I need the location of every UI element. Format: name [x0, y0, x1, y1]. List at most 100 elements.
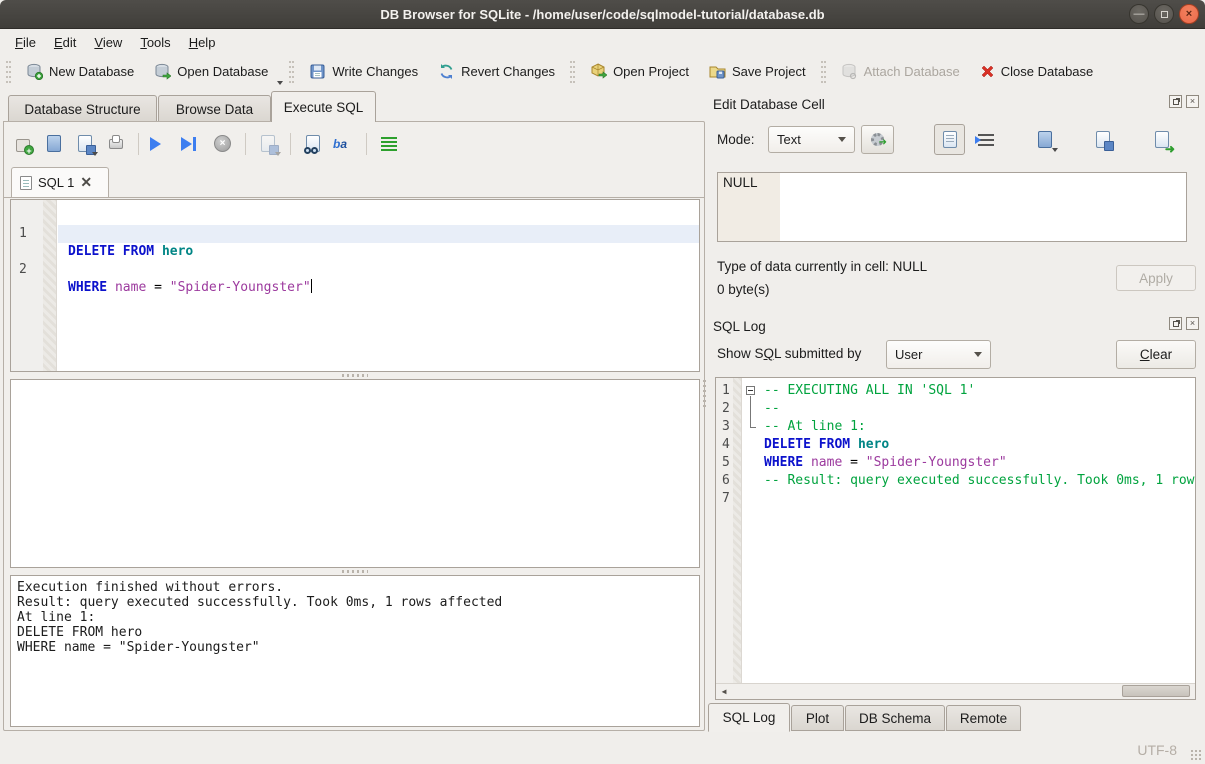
cell-value-editor[interactable]: NULL: [717, 172, 1187, 242]
attach-database-label: Attach Database: [864, 64, 960, 79]
log-line: 3-- At line 1:: [716, 418, 1195, 436]
new-database-icon: [26, 63, 43, 80]
toolbar-handle[interactable]: [6, 61, 11, 83]
log-line: 1-- EXECUTING ALL IN 'SQL 1': [716, 382, 1195, 400]
find-replace-icon[interactable]: [302, 133, 324, 155]
vertical-splitter-handle[interactable]: [703, 380, 706, 410]
mode-select[interactable]: Text: [768, 126, 855, 153]
mode-label: Mode:: [717, 132, 755, 147]
close-icon[interactable]: ✕: [80, 174, 92, 191]
code-text: WHERE name = "Spider-Youngster": [68, 279, 699, 297]
scrollbar-thumb[interactable]: [1122, 685, 1190, 697]
mode-value: Text: [777, 132, 801, 147]
window-title: DB Browser for SQLite - /home/user/code/…: [380, 7, 824, 22]
open-database-dropdown-icon[interactable]: [277, 81, 283, 85]
sql-tab-label: SQL 1: [38, 175, 74, 190]
auto-apply-button[interactable]: [861, 125, 894, 154]
new-sql-tab-icon[interactable]: +: [12, 133, 34, 155]
text-mode-icon[interactable]: [934, 124, 965, 155]
close-database-button[interactable]: Close Database: [971, 59, 1103, 84]
dock-tab-remote[interactable]: Remote: [946, 705, 1021, 731]
sql-log-view[interactable]: 1-- EXECUTING ALL IN 'SQL 1' 2-- 3-- At …: [715, 377, 1196, 700]
clear-log-button[interactable]: Clear: [1116, 340, 1196, 369]
close-database-icon: [980, 64, 995, 79]
code-text: DELETE FROM hero: [68, 243, 699, 261]
open-project-button[interactable]: Open Project: [581, 58, 698, 85]
open-sql-file-icon[interactable]: [43, 133, 65, 155]
dock-tab-label: DB Schema: [859, 711, 931, 726]
dock-tab-plot[interactable]: Plot: [791, 705, 844, 731]
sql-tab-bar: SQL 1 ✕: [4, 166, 704, 198]
stop-icon: ×: [212, 133, 234, 155]
query-results-pane[interactable]: [10, 379, 700, 568]
splitter-handle[interactable]: [10, 372, 700, 379]
open-database-icon: [154, 63, 171, 80]
tab-browse-data[interactable]: Browse Data: [158, 95, 271, 122]
save-project-label: Save Project: [732, 64, 806, 79]
word-wrap-icon[interactable]: [975, 129, 997, 151]
float-dock-icon[interactable]: [1169, 95, 1182, 108]
resize-grip[interactable]: [1190, 749, 1202, 761]
splitter-handle[interactable]: [10, 568, 700, 575]
window-controls: — ×: [1129, 4, 1199, 24]
menu-file[interactable]: File: [6, 31, 45, 54]
write-changes-button[interactable]: Write Changes: [300, 58, 427, 85]
sql-log-header: SQL Log: [708, 315, 1205, 337]
maximize-button[interactable]: [1154, 4, 1174, 24]
dock-tab-label: Plot: [806, 711, 829, 726]
write-changes-icon: [309, 63, 326, 80]
sql-1-tab[interactable]: SQL 1 ✕: [11, 167, 109, 197]
import-cell-icon[interactable]: [1034, 129, 1056, 151]
fold-marker-icon[interactable]: [746, 386, 755, 395]
tab-label: Database Structure: [24, 102, 140, 117]
revert-changes-button[interactable]: Revert Changes: [429, 58, 564, 85]
message-line: Result: query executed successfully. Too…: [17, 595, 693, 610]
auto-format-icon[interactable]: ba: [333, 133, 355, 155]
export-cell-icon[interactable]: ➜: [1151, 129, 1173, 151]
save-project-button[interactable]: Save Project: [700, 58, 815, 85]
open-database-label: Open Database: [177, 64, 268, 79]
open-database-button[interactable]: Open Database: [145, 58, 277, 85]
close-dock-icon[interactable]: ×: [1186, 317, 1199, 330]
close-button[interactable]: ×: [1179, 4, 1199, 24]
tab-database-structure[interactable]: Database Structure: [8, 95, 157, 122]
titlebar[interactable]: DB Browser for SQLite - /home/user/code/…: [0, 0, 1205, 29]
log-filter-select[interactable]: User: [886, 340, 991, 369]
new-database-button[interactable]: New Database: [17, 58, 143, 85]
toggle-line-icon[interactable]: [378, 133, 400, 155]
menu-help[interactable]: Help: [180, 31, 225, 54]
execute-all-icon[interactable]: [150, 133, 172, 155]
filter-value: User: [895, 347, 922, 362]
sql-code-editor[interactable]: 1 DELETE FROM hero 2 WHERE name = "Spide…: [10, 199, 700, 372]
save-cell-icon[interactable]: [1092, 129, 1114, 151]
float-dock-icon[interactable]: [1169, 317, 1182, 330]
clear-label: Clear: [1140, 347, 1172, 362]
toolbar-handle[interactable]: [821, 61, 826, 83]
log-line: 4DELETE FROM hero: [716, 436, 1195, 454]
execute-current-line-icon[interactable]: [181, 133, 203, 155]
toolbar-separator: [366, 133, 367, 155]
toolbar-handle[interactable]: [570, 61, 575, 83]
minimize-button[interactable]: —: [1129, 4, 1149, 24]
menu-tools[interactable]: Tools: [131, 31, 179, 54]
cell-type-info: Type of data currently in cell: NULL: [717, 259, 927, 274]
execution-message-pane[interactable]: Execution finished without errors. Resul…: [10, 575, 700, 727]
toolbar-handle[interactable]: [289, 61, 294, 83]
menu-view[interactable]: View: [85, 31, 131, 54]
close-dock-icon[interactable]: ×: [1186, 95, 1199, 108]
tab-execute-sql[interactable]: Execute SQL: [271, 91, 376, 122]
scrollbar-track[interactable]: [732, 684, 1179, 699]
dock-tab-db-schema[interactable]: DB Schema: [845, 705, 945, 731]
main-toolbar: New Database Open Database Write Changes…: [0, 55, 1205, 88]
sql-editor-toolbar: + × ba: [12, 130, 400, 158]
log-horizontal-scrollbar[interactable]: ◀ ▶: [716, 683, 1195, 699]
print-icon[interactable]: [105, 133, 127, 155]
dock-controls: ×: [1169, 95, 1199, 108]
cell-null-value: NULL: [723, 175, 758, 190]
save-sql-file-icon[interactable]: [74, 133, 96, 155]
menu-edit[interactable]: Edit: [45, 31, 85, 54]
scroll-left-icon[interactable]: ◀: [716, 684, 732, 699]
write-changes-label: Write Changes: [332, 64, 418, 79]
new-database-label: New Database: [49, 64, 134, 79]
dock-tab-sql-log[interactable]: SQL Log: [708, 703, 790, 732]
